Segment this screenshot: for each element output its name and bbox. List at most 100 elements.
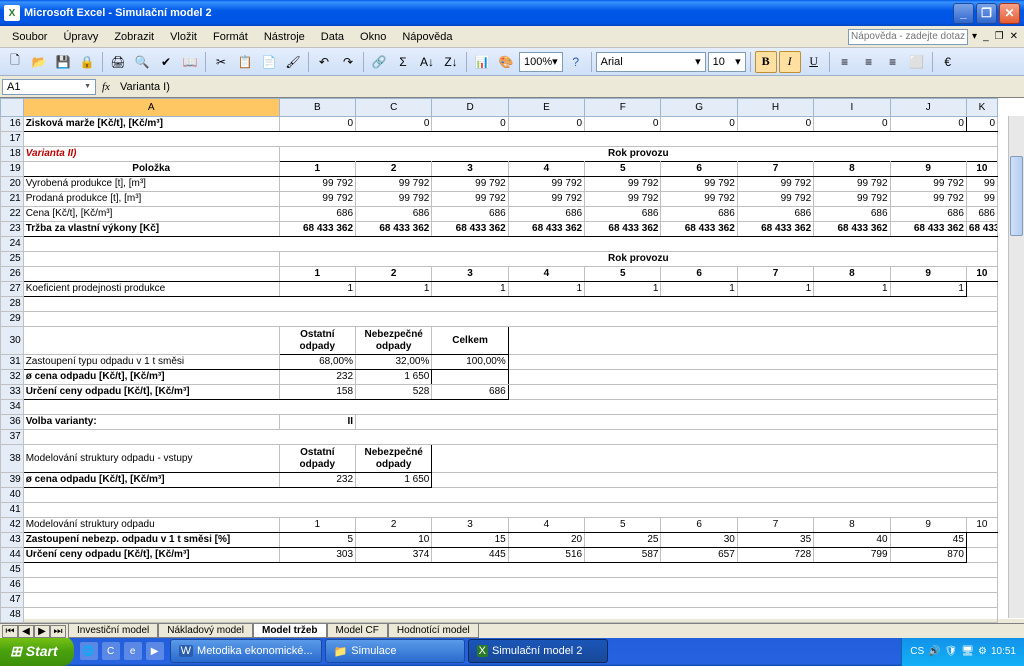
column-headers[interactable]: A B C D E F G H I J K (1, 99, 998, 117)
cell[interactable] (356, 415, 998, 430)
cell[interactable]: Modelování struktury odpadu (23, 518, 279, 533)
cell[interactable]: 32,00% (356, 355, 432, 370)
menu-okno[interactable]: Okno (352, 29, 394, 45)
cell[interactable]: 1 (508, 282, 584, 297)
cell[interactable]: 686 (890, 207, 966, 222)
cell[interactable]: 99 (966, 192, 997, 207)
cell[interactable]: ø cena odpadu [Kč/t], [Kč/m³] (23, 370, 279, 385)
undo-button[interactable]: ↶ (313, 51, 335, 73)
row-header[interactable]: 46 (1, 578, 24, 593)
bold-button[interactable]: B (755, 51, 777, 73)
cell[interactable]: Určení ceny odpadu [Kč/t], [Kč/m³] (23, 385, 279, 400)
cell[interactable]: 99 792 (508, 177, 584, 192)
row-header[interactable]: 18 (1, 147, 24, 162)
row-header[interactable]: 47 (1, 593, 24, 608)
cell[interactable] (23, 578, 997, 593)
tray-icon[interactable]: 🔊 (928, 646, 940, 657)
cell[interactable]: 20 (508, 533, 584, 548)
cell[interactable] (23, 563, 997, 578)
cell[interactable]: 0 (508, 117, 584, 132)
system-tray[interactable]: CS 🔊 🛡 🖥 ⚙ 10:51 (901, 636, 1024, 666)
col-header-e[interactable]: E (508, 99, 584, 117)
paste-button[interactable]: 📄 (258, 51, 280, 73)
cell[interactable]: Vyrobená produkce [t], [m³] (23, 177, 279, 192)
taskbar-task-active[interactable]: XSimulační model 2 (468, 639, 608, 663)
cell[interactable]: 100,00% (432, 355, 508, 370)
cell[interactable]: 686 (279, 207, 355, 222)
row-header[interactable]: 42 (1, 518, 24, 533)
cell[interactable]: 3 (432, 267, 508, 282)
cell[interactable]: 3 (432, 162, 508, 177)
cell[interactable]: Celkem (432, 327, 508, 355)
cell[interactable]: 10 (966, 518, 997, 533)
cell[interactable]: 5 (585, 267, 661, 282)
cell[interactable]: 5 (585, 162, 661, 177)
cell[interactable] (23, 252, 279, 267)
fx-icon[interactable]: fx (96, 81, 116, 93)
menu-zobrazit[interactable]: Zobrazit (106, 29, 162, 45)
cell[interactable]: 99 792 (279, 177, 355, 192)
cell[interactable] (23, 327, 279, 355)
col-header-c[interactable]: C (356, 99, 432, 117)
menu-data[interactable]: Data (313, 29, 352, 45)
cell[interactable]: 8 (814, 267, 890, 282)
cell[interactable]: 1 (814, 282, 890, 297)
maximize-workbook-button[interactable]: ❐ (993, 31, 1006, 42)
cell[interactable]: 68 433 362 (814, 222, 890, 237)
sort-desc-button[interactable]: Z↓ (440, 51, 462, 73)
cell[interactable]: 10 (966, 162, 997, 177)
row-header[interactable]: 26 (1, 267, 24, 282)
cell[interactable]: 728 (737, 548, 813, 563)
cell[interactable]: 0 (356, 117, 432, 132)
cell[interactable]: 528 (356, 385, 432, 400)
cell[interactable]: 99 792 (661, 177, 737, 192)
cell[interactable]: II (279, 415, 355, 430)
cell[interactable]: 1 (661, 282, 737, 297)
cell[interactable]: 686 (508, 207, 584, 222)
row-header[interactable]: 22 (1, 207, 24, 222)
col-header-f[interactable]: F (585, 99, 661, 117)
cell[interactable]: 686 (356, 207, 432, 222)
cell[interactable]: 9 (890, 162, 966, 177)
cell[interactable]: 686 (432, 207, 508, 222)
cell[interactable]: Varianta II) (23, 147, 279, 162)
cell[interactable]: 25 (585, 533, 661, 548)
row-header[interactable]: 45 (1, 563, 24, 578)
cell[interactable]: 99 792 (585, 192, 661, 207)
cell[interactable]: 99 792 (356, 177, 432, 192)
col-header-k[interactable]: K (966, 99, 997, 117)
drawing-button[interactable]: 🎨 (495, 51, 517, 73)
zoom-combo[interactable]: 100% ▾ (519, 52, 563, 72)
save-button[interactable]: 💾 (52, 51, 74, 73)
cell[interactable] (966, 533, 997, 548)
row-header[interactable]: 21 (1, 192, 24, 207)
permission-button[interactable]: 🔒 (76, 51, 98, 73)
cell[interactable] (23, 400, 997, 415)
cell[interactable]: 68 433 362 (356, 222, 432, 237)
maximize-button[interactable]: ❐ (976, 3, 997, 24)
vertical-scrollbar[interactable] (1008, 116, 1024, 618)
cell[interactable]: Koeficient prodejnosti produkce (23, 282, 279, 297)
menu-napoveda[interactable]: Nápověda (394, 29, 460, 45)
tab-nav-last[interactable]: ⏭ (50, 625, 66, 638)
cell[interactable] (508, 327, 997, 355)
row-header[interactable]: 38 (1, 445, 24, 473)
cell[interactable]: 0 (279, 117, 355, 132)
cell[interactable]: 1 (737, 282, 813, 297)
cell[interactable] (508, 370, 997, 385)
cell[interactable] (23, 488, 997, 503)
cell[interactable]: 1 650 (356, 473, 432, 488)
autosum-button[interactable]: Σ (392, 51, 414, 73)
start-button[interactable]: ⊞ Start (0, 636, 74, 666)
cell[interactable]: 6 (661, 267, 737, 282)
cell[interactable]: 4 (508, 267, 584, 282)
merge-button[interactable]: ⬜ (906, 51, 928, 73)
cell[interactable]: 40 (814, 533, 890, 548)
taskbar-task[interactable]: 📁Simulace (325, 639, 465, 663)
cell[interactable]: 99 792 (737, 192, 813, 207)
row-header[interactable]: 41 (1, 503, 24, 518)
cell[interactable]: 7 (737, 267, 813, 282)
cell[interactable]: 68 433 362 (661, 222, 737, 237)
sheet-tab[interactable]: Model CF (327, 624, 388, 638)
cell[interactable]: Rok provozu (279, 147, 997, 162)
